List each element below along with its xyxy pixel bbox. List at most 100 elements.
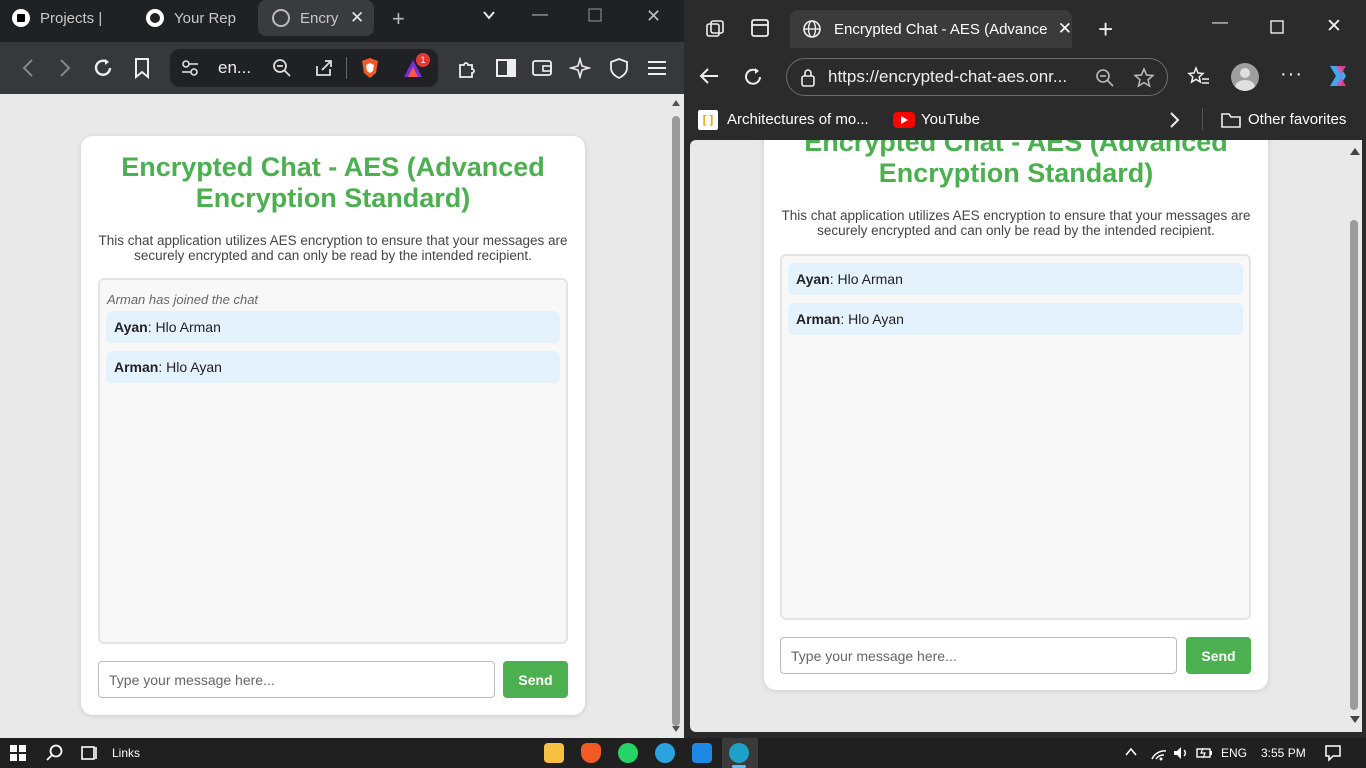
message-text: : Hlo Ayan [840, 311, 904, 327]
copilot-icon[interactable] [1324, 62, 1352, 90]
vertical-tabs-icon[interactable] [750, 18, 770, 38]
profile-avatar[interactable] [1231, 63, 1259, 91]
edge-scrollbar[interactable] [1346, 140, 1362, 732]
close-window-icon[interactable]: ✕ [646, 6, 661, 27]
chat-box[interactable]: Ayan: Hlo Arman Arman: Hlo Ayan [780, 254, 1251, 620]
send-button[interactable]: Send [1186, 637, 1251, 674]
whatsapp-icon[interactable] [618, 743, 638, 763]
minimize-icon[interactable]: — [1212, 14, 1228, 32]
notification-badge: 1 [416, 53, 430, 67]
notifications-icon[interactable] [1324, 744, 1342, 762]
reload-icon[interactable] [742, 66, 764, 88]
chat-message: Ayan: Hlo Arman [106, 311, 560, 343]
maximize-icon[interactable] [1270, 20, 1284, 34]
windows-start-icon[interactable] [10, 745, 26, 761]
edge-taskbar-icon[interactable] [729, 743, 749, 763]
chat-card: Encrypted Chat - AES (Advanced Encryptio… [764, 140, 1268, 690]
address-bar[interactable]: https://encrypted-chat-aes.onr... [786, 58, 1168, 96]
message-text: : Hlo Ayan [158, 359, 222, 375]
minimize-icon[interactable]: — [532, 6, 548, 24]
workspaces-icon[interactable] [704, 18, 726, 40]
tab-search-chevron-icon[interactable] [482, 8, 496, 22]
more-options-icon[interactable]: ··· [1280, 63, 1303, 86]
reload-icon[interactable] [91, 56, 115, 80]
scroll-up-arrow-icon[interactable] [672, 100, 680, 106]
tab-title: Encrypted Chat - AES (Advanced [834, 20, 1048, 38]
lock-icon[interactable] [799, 68, 817, 88]
scroll-up-arrow-icon[interactable] [1350, 148, 1360, 155]
task-view-icon[interactable] [80, 744, 98, 762]
message-input[interactable]: Type your message here... [98, 661, 495, 698]
search-icon[interactable] [46, 744, 64, 762]
share-icon[interactable] [314, 58, 334, 78]
forward-icon[interactable] [53, 56, 77, 80]
maximize-icon[interactable] [588, 8, 602, 22]
favbar-divider [1202, 108, 1203, 130]
chevron-up-icon[interactable] [1124, 747, 1138, 757]
site-settings-icon[interactable] [180, 58, 200, 78]
url-text: en... [218, 58, 252, 77]
message-input[interactable]: Type your message here... [780, 637, 1177, 674]
chat-box[interactable]: Arman has joined the chat Ayan: Hlo Arma… [98, 278, 568, 644]
battery-icon[interactable] [1196, 746, 1214, 760]
bookmark-folder-icon: [ ] [698, 110, 718, 130]
links-toolbar[interactable]: Links [112, 746, 140, 760]
brave-taskbar-icon[interactable] [581, 743, 601, 763]
page-description: This chat application utilizes AES encry… [98, 233, 568, 263]
chevron-right-icon[interactable] [1168, 111, 1180, 129]
taskbar: Links ENG 3:55 PM [0, 738, 1366, 768]
tab-github[interactable]: Your Rep [146, 0, 248, 36]
favorites-icon[interactable] [1187, 66, 1211, 88]
zoom-icon[interactable] [272, 58, 292, 78]
chat-message: Arman: Hlo Ayan [106, 351, 560, 383]
new-tab-icon[interactable]: + [1098, 14, 1113, 45]
zoom-icon[interactable] [1095, 68, 1115, 88]
vscode-icon[interactable] [692, 743, 712, 763]
sidebar-icon[interactable] [494, 56, 518, 80]
tab-label: Projects | [40, 9, 103, 27]
close-tab-icon[interactable]: ✕ [1058, 19, 1072, 39]
url-text: https://encrypted-chat-aes.onr... [828, 67, 1068, 86]
close-window-icon[interactable]: ✕ [1326, 15, 1342, 38]
scrollbar-thumb[interactable] [1350, 220, 1358, 710]
favorite-architectures[interactable]: Architectures of mo... [727, 111, 869, 128]
volume-icon[interactable] [1172, 745, 1190, 761]
file-explorer-icon[interactable] [544, 743, 564, 763]
back-icon[interactable] [16, 56, 40, 80]
youtube-icon [893, 112, 915, 128]
system-message: Arman has joined the chat [107, 292, 259, 307]
language-indicator[interactable]: ENG [1221, 746, 1247, 760]
url-divider [346, 57, 347, 79]
tab-encrypted-chat[interactable]: Encry ✕ [258, 0, 374, 36]
message-sender: Arman [796, 311, 841, 327]
scrollbar-thumb[interactable] [672, 116, 680, 726]
menu-icon[interactable] [645, 56, 669, 80]
back-icon[interactable] [698, 66, 720, 86]
notion-icon [12, 9, 30, 27]
chat-card: Encrypted Chat - AES (Advanced Encryptio… [81, 136, 585, 715]
github-icon [146, 9, 164, 27]
new-tab-icon[interactable]: + [392, 6, 405, 32]
leo-ai-icon[interactable] [568, 56, 592, 80]
tab-encrypted-chat-edge[interactable]: Encrypted Chat - AES (Advanced ✕ [790, 10, 1072, 48]
favorite-star-icon[interactable] [1133, 67, 1155, 89]
clock[interactable]: 3:55 PM [1261, 746, 1306, 760]
extensions-icon[interactable] [455, 56, 479, 80]
edge-window: Encrypted Chat - AES (Advanced ✕ + — ✕ h… [684, 0, 1366, 738]
scroll-down-arrow-icon[interactable] [1350, 716, 1360, 723]
brave-scrollbar[interactable] [668, 94, 684, 738]
brave-shields-icon[interactable] [359, 57, 381, 79]
bookmark-icon[interactable] [130, 56, 154, 80]
wifi-icon[interactable] [1150, 745, 1168, 761]
favorite-youtube[interactable]: YouTube [921, 111, 980, 128]
tab-label: Encry [300, 9, 339, 27]
wallet-icon[interactable] [530, 56, 554, 80]
vpn-shield-icon[interactable] [607, 56, 631, 80]
send-button[interactable]: Send [503, 661, 568, 698]
address-bar[interactable]: en... 1 [170, 49, 438, 87]
other-favorites[interactable]: Other favorites [1248, 111, 1346, 128]
close-tab-icon[interactable]: ✕ [350, 8, 364, 28]
tab-projects[interactable]: Projects | [12, 0, 130, 36]
telegram-icon[interactable] [655, 743, 675, 763]
scroll-down-arrow-icon[interactable] [672, 726, 680, 732]
